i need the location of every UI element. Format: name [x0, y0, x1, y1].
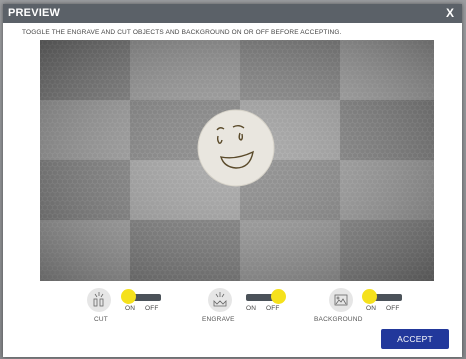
honeycomb-bed-image [40, 40, 434, 281]
engrave-off-label: OFF [266, 305, 280, 312]
cut-icon [87, 288, 111, 312]
instruction-text: TOGGLE THE ENGRAVE AND CUT OBJECTS AND B… [22, 29, 342, 36]
engrave-on-label: ON [246, 305, 257, 312]
background-off-label: OFF [386, 305, 400, 312]
cut-toggle-knob[interactable] [121, 289, 136, 304]
cut-toggle[interactable]: ON OFF [121, 289, 167, 312]
accept-button[interactable]: ACCEPT [381, 329, 449, 349]
cut-on-label: ON [125, 305, 136, 312]
background-on-label: ON [366, 305, 377, 312]
background-toggle-knob[interactable] [362, 289, 377, 304]
cut-label: CUT [94, 316, 108, 323]
background-label: BACKGROUND [314, 316, 363, 323]
cut-off-label: OFF [145, 305, 159, 312]
engrave-toggle-knob[interactable] [271, 289, 286, 304]
engrave-label: ENGRAVE [202, 316, 235, 323]
dialog-titlebar: PREVIEW X [3, 4, 462, 23]
background-image-icon [329, 288, 353, 312]
preview-dialog: PREVIEW X TOGGLE THE ENGRAVE AND CUT OBJ… [3, 4, 462, 357]
engrave-toggle[interactable]: ON OFF [242, 289, 288, 312]
engrave-icon [208, 288, 232, 312]
preview-image [40, 40, 434, 281]
smiley-face-object [197, 109, 275, 187]
layer-controls: CUT ON OFF ENGRAVE ON OFF BACKGROUND ON … [3, 284, 462, 329]
background-toggle[interactable]: ON OFF [362, 289, 408, 312]
dialog-title: PREVIEW [8, 7, 61, 19]
close-button[interactable]: X [446, 5, 454, 22]
